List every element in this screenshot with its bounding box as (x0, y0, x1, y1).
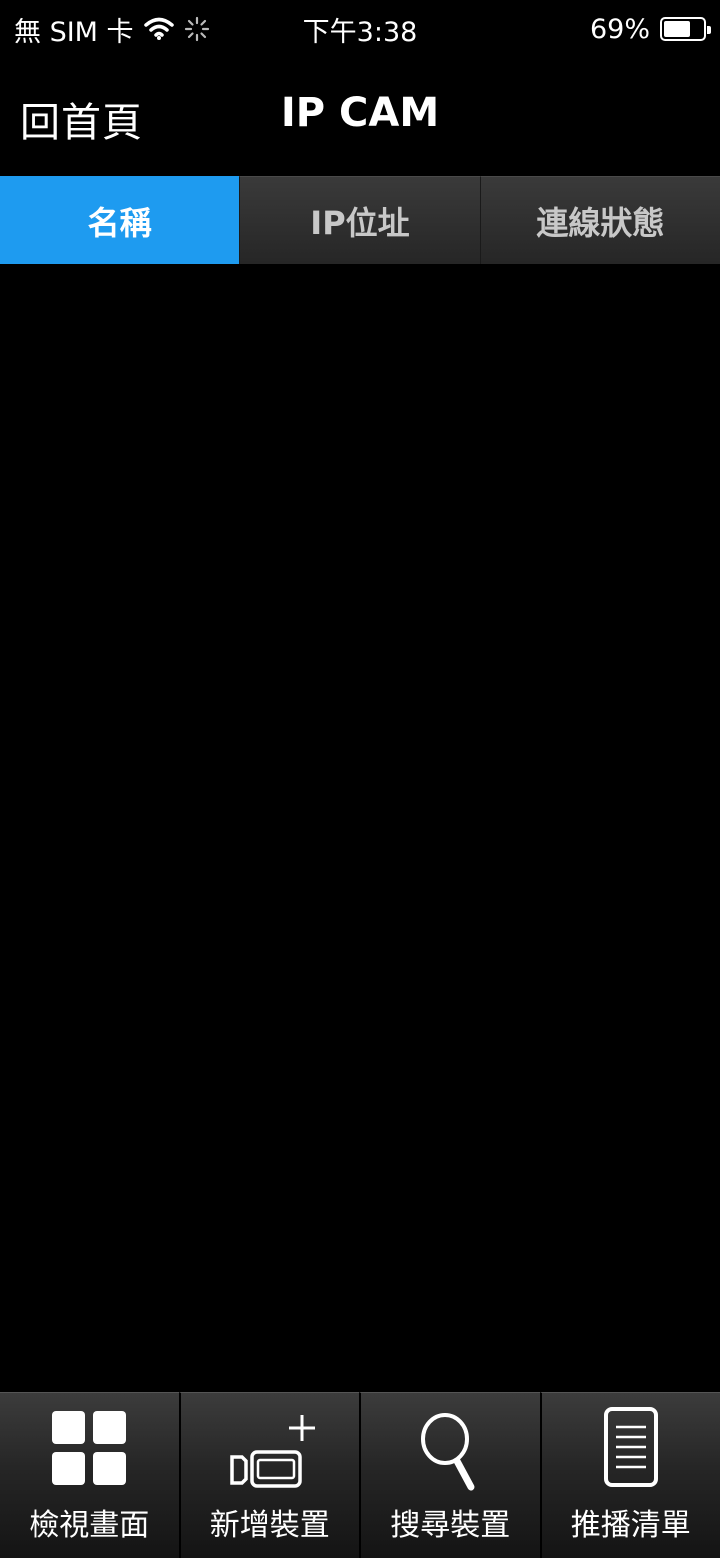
screen: 無 SIM 卡 下午3:38 69% 回首頁 IP CAM 名稱 IP位址 連線… (0, 0, 720, 1558)
battery-percent: 69% (589, 13, 650, 45)
add-device-button[interactable]: 新增裝置 (178, 1392, 359, 1558)
view-screen-button[interactable]: 檢視畫面 (0, 1392, 179, 1558)
push-list-label: 推播清單 (570, 1508, 691, 1543)
device-list[interactable] (0, 264, 720, 1392)
status-left: 無 SIM 卡 (14, 10, 210, 49)
status-bar: 無 SIM 卡 下午3:38 69% (0, 0, 720, 58)
search-icon (421, 1413, 475, 1491)
add-camera-icon (230, 1415, 315, 1488)
search-device-button[interactable]: 搜尋裝置 (359, 1392, 540, 1558)
status-right: 69% (589, 13, 711, 45)
activity-spinner-icon (184, 16, 209, 42)
tab-connection-status[interactable]: 連線狀態 (479, 176, 720, 264)
battery-fill (664, 21, 691, 37)
add-device-label: 新增裝置 (209, 1508, 330, 1543)
view-screen-label: 檢視畫面 (29, 1508, 150, 1543)
column-tabs: 名稱 IP位址 連線狀態 (0, 176, 720, 264)
wifi-icon (143, 17, 174, 40)
search-device-label: 搜尋裝置 (390, 1508, 511, 1543)
grid-icon (52, 1411, 127, 1485)
tab-name[interactable]: 名稱 (0, 176, 240, 264)
push-list-button[interactable]: 推播清單 (539, 1392, 720, 1558)
bottom-toolbar: 檢視畫面 新增裝置 搜尋裝置 推播清單 (0, 1392, 720, 1558)
battery-icon (660, 17, 711, 41)
tab-ip-address[interactable]: IP位址 (239, 176, 480, 264)
page-title: IP CAM (280, 90, 440, 136)
navigation-bar: 回首頁 IP CAM (0, 58, 720, 176)
carrier-text: 無 SIM 卡 (14, 16, 134, 48)
list-icon (603, 1407, 658, 1487)
